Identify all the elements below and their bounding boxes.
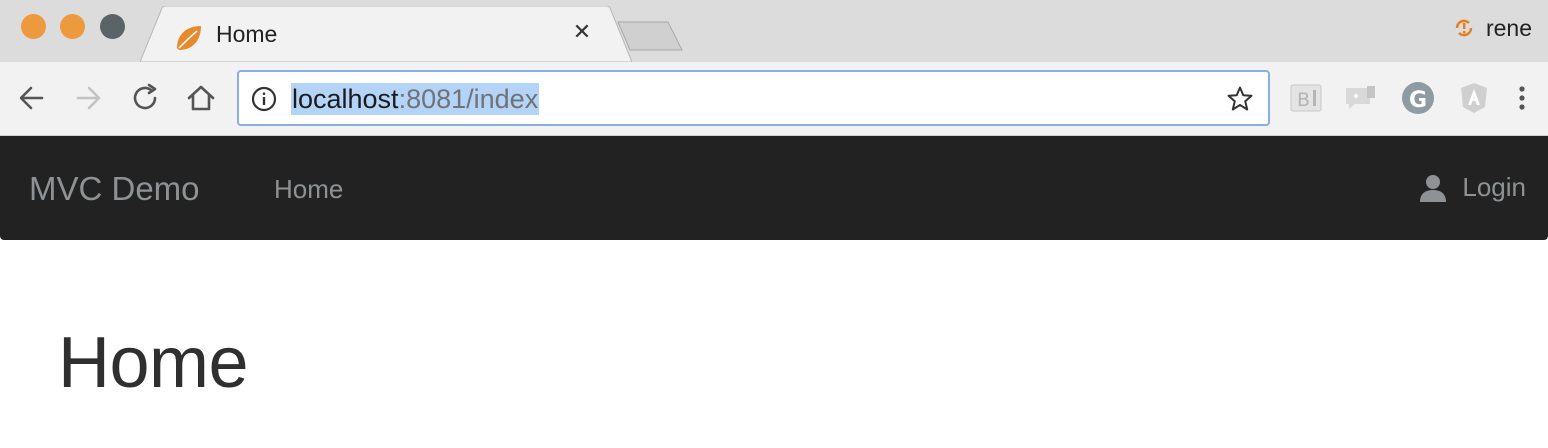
home-icon[interactable] <box>183 80 219 116</box>
address-bar[interactable]: localhost:8081/index <box>237 70 1270 126</box>
svg-text:G: G <box>1409 88 1427 113</box>
login-link[interactable]: Login <box>1418 172 1526 203</box>
browser-toolbar: localhost:8081/index B G <box>0 62 1548 136</box>
navbar-brand[interactable]: MVC Demo <box>29 170 200 208</box>
window-close-button[interactable] <box>21 14 46 39</box>
site-navbar: MVC Demo Home Login <box>0 136 1548 240</box>
tab-background <box>140 6 632 62</box>
chat-extension-icon[interactable] <box>1343 80 1379 116</box>
user-icon <box>1418 173 1448 203</box>
svg-text:B: B <box>1297 89 1310 111</box>
forward-arrow-icon[interactable] <box>70 80 106 116</box>
profile-name: rene <box>1485 14 1532 41</box>
angular-extension-icon[interactable] <box>1456 80 1492 116</box>
tab-title: Home <box>216 21 278 47</box>
url-host: localhost <box>292 84 399 114</box>
page-title: Home <box>58 323 249 403</box>
nav-link-home[interactable]: Home <box>274 174 343 205</box>
profile-menu[interactable]: rene <box>1452 14 1532 42</box>
tab-close-icon[interactable]: ✕ <box>568 18 596 46</box>
new-tab-button[interactable] <box>616 20 686 52</box>
url-path: :8081/index <box>398 84 539 114</box>
sync-error-icon <box>1452 16 1476 40</box>
more-menu-icon[interactable] <box>1508 80 1544 116</box>
bookmark-star-icon[interactable] <box>1226 85 1254 113</box>
site-info-icon[interactable] <box>251 86 277 112</box>
spring-leaf-icon <box>173 22 205 54</box>
reload-icon[interactable] <box>127 80 163 116</box>
login-label: Login <box>1462 172 1526 202</box>
browser-tab-strip: Home ✕ rene <box>0 0 1548 62</box>
address-url[interactable]: localhost:8081/index <box>291 83 540 115</box>
window-maximize-button[interactable] <box>100 14 125 39</box>
bootstrap-extension-icon[interactable]: B <box>1288 80 1324 116</box>
browser-tab-home[interactable]: Home ✕ <box>140 6 632 62</box>
back-arrow-icon[interactable] <box>14 80 50 116</box>
grammarly-extension-icon[interactable]: G <box>1400 80 1436 116</box>
window-minimize-button[interactable] <box>60 14 85 39</box>
